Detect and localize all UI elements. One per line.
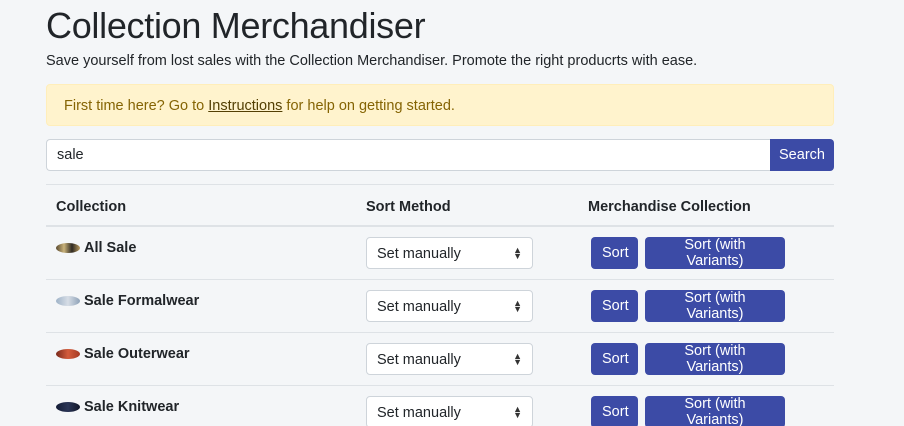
sort-button[interactable]: Sort (591, 396, 638, 426)
sort-button[interactable]: Sort (591, 343, 638, 375)
column-header-merchandise-collection: Merchandise Collection (588, 199, 751, 215)
sort-with-variants-button[interactable]: Sort (with Variants) (645, 290, 785, 322)
table-header: Collection Sort Method Merchandise Colle… (46, 185, 834, 227)
instructions-notice: First time here? Go to Instructions for … (46, 84, 834, 126)
page-title: Collection Merchandiser (46, 5, 426, 46)
collection-name[interactable]: All Sale (84, 240, 136, 256)
collection-cell: Sale Formalwear (56, 293, 199, 309)
select-arrows-icon: ▲ ▼ (513, 298, 522, 314)
collection-thumbnail (56, 402, 80, 412)
search-button[interactable]: Search (770, 139, 834, 171)
collection-cell: Sale Knitwear (56, 399, 179, 415)
sort-with-variants-button[interactable]: Sort (with Variants) (645, 237, 785, 269)
collections-table: Collection Sort Method Merchandise Colle… (46, 184, 834, 426)
page: Collection Merchandiser Save yourself fr… (0, 0, 904, 426)
select-arrows-icon: ▲ ▼ (513, 351, 522, 367)
sort-method-value: Set manually (377, 246, 461, 262)
sort-with-variants-button[interactable]: Sort (with Variants) (645, 343, 785, 375)
collection-name[interactable]: Sale Outerwear (84, 346, 190, 362)
column-header-collection: Collection (56, 199, 127, 215)
collection-thumbnail (56, 349, 80, 359)
sort-method-value: Set manually (377, 352, 461, 368)
sort-method-select[interactable]: Set manually ▲ ▼ (366, 343, 533, 375)
table-row: All Sale Set manually ▲ ▼ Sort Sort (with… (46, 227, 834, 280)
sort-method-select[interactable]: Set manually ▲ ▼ (366, 396, 533, 426)
collection-name[interactable]: Sale Knitwear (84, 399, 179, 415)
page-subtitle: Save yourself from lost sales with the C… (46, 53, 698, 69)
notice-suffix: for help on getting started. (282, 98, 455, 114)
sort-method-select[interactable]: Set manually ▲ ▼ (366, 290, 533, 322)
instructions-link[interactable]: Instructions (208, 98, 282, 114)
collection-cell: All Sale (56, 240, 136, 256)
notice-prefix: First time here? Go to (64, 98, 209, 114)
select-arrows-icon: ▲ ▼ (513, 245, 522, 261)
sort-button[interactable]: Sort (591, 237, 638, 269)
collection-cell: Sale Outerwear (56, 346, 190, 362)
sort-button[interactable]: Sort (591, 290, 638, 322)
column-header-sort-method: Sort Method (366, 199, 451, 215)
sort-method-value: Set manually (377, 299, 461, 315)
sort-method-value: Set manually (377, 405, 461, 421)
search-input[interactable] (46, 139, 770, 171)
select-arrows-icon: ▲ ▼ (513, 404, 522, 420)
collection-thumbnail (56, 243, 80, 253)
collection-thumbnail (56, 296, 80, 306)
search-bar: Search (46, 139, 834, 171)
sort-method-select[interactable]: Set manually ▲ ▼ (366, 237, 533, 269)
sort-with-variants-button[interactable]: Sort (with Variants) (645, 396, 785, 426)
table-row: Sale Outerwear Set manually ▲ ▼ Sort Sort… (46, 333, 834, 386)
table-row: Sale Formalwear Set manually ▲ ▼ Sort Sor… (46, 280, 834, 333)
collection-name[interactable]: Sale Formalwear (84, 293, 199, 309)
table-row: Sale Knitwear Set manually ▲ ▼ Sort Sort … (46, 386, 834, 426)
